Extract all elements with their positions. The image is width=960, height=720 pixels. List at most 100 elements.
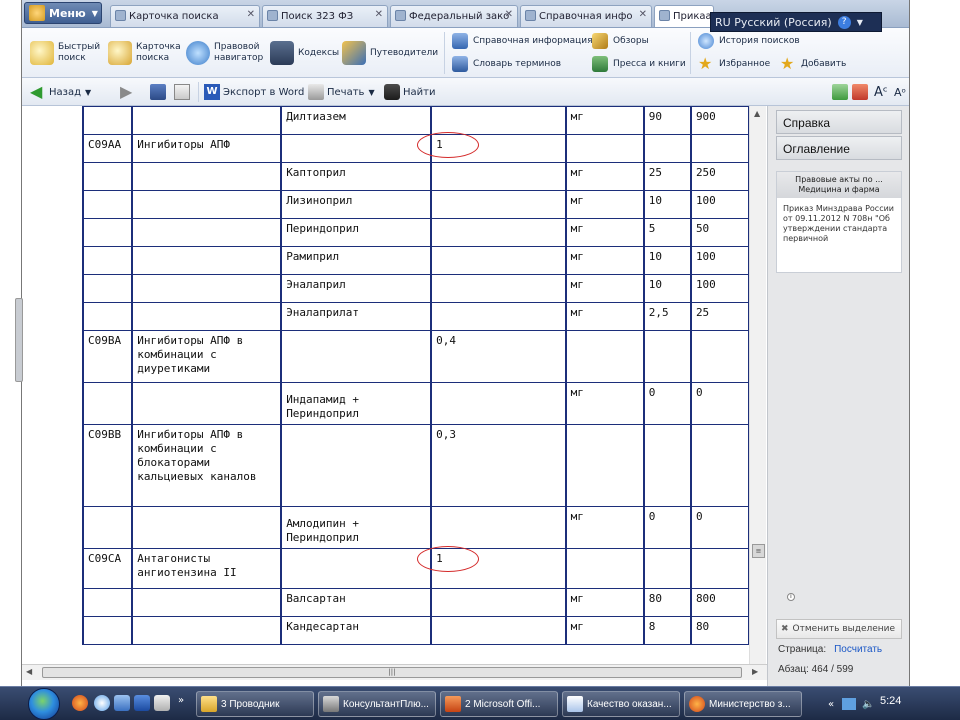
task-label: КонсультантПлю... (343, 698, 429, 710)
consultant-icon (323, 696, 339, 712)
table-row: Дилтиазем мг 90 900 (81, 106, 749, 135)
reference-info-button[interactable]: Справочная информация (452, 31, 593, 51)
bookmark-icon-button[interactable] (852, 82, 871, 102)
unselect-button[interactable]: ✖ Отменить выделение (776, 619, 902, 639)
volume-icon[interactable]: 🔈 (862, 699, 874, 710)
task-ministry[interactable]: Министерство з... (684, 691, 802, 717)
tab-reference-info[interactable]: Справочная инфо ✕ (520, 5, 652, 27)
print-button[interactable]: Печать ▼ (308, 82, 375, 102)
back-button[interactable]: ◀ Назад ▼ (30, 82, 91, 102)
export-word-button[interactable]: W Экспорт в Word (204, 82, 304, 102)
favorites-button[interactable]: ★ Избранное (698, 54, 770, 74)
task-consultant[interactable]: КонсультантПлю... (318, 691, 436, 717)
tab-search-card[interactable]: Карточка поиска ✕ (110, 5, 260, 27)
close-icon[interactable]: ✕ (375, 9, 383, 20)
document-view[interactable]: Дилтиазем мг 90 900 C09AA Ингибиторы АПФ 1 Капт… (22, 106, 767, 664)
legal-navigator-button[interactable]: Правовой навигатор (186, 34, 272, 72)
daily-dose-cell (642, 134, 692, 163)
press-books-button[interactable]: Пресса и книги (592, 54, 686, 74)
save-as-button[interactable] (174, 82, 193, 102)
start-button[interactable] (28, 688, 60, 720)
font-increase-button[interactable]: Aᶜ (874, 82, 888, 102)
vertical-scrollbar[interactable]: ▲ ≡ (749, 106, 766, 664)
code-cell (81, 190, 133, 219)
scroll-thumb[interactable]: ≡ (752, 544, 765, 558)
tab-federal-law[interactable]: Федеральный зако ✕ (390, 5, 518, 27)
find-button[interactable]: Найти (384, 82, 435, 102)
close-icon[interactable]: ✕ (247, 9, 255, 20)
font-decrease-button[interactable]: Aᵒ (894, 82, 906, 102)
firefox-icon[interactable] (72, 695, 88, 711)
chevron-down-icon[interactable]: ▼ (857, 18, 863, 27)
side-panel-handle[interactable] (15, 298, 23, 382)
ribbon-separator (444, 32, 445, 74)
daily-dose-cell: 10 (642, 274, 692, 303)
codes-button[interactable]: Кодексы (270, 34, 339, 72)
group-cell (131, 218, 282, 247)
glossary-label: Словарь терминов (473, 59, 562, 69)
close-icon[interactable]: ✕ (505, 9, 513, 20)
export-icon-button[interactable] (832, 82, 851, 102)
chevron-down-icon[interactable]: ▼ (85, 88, 91, 97)
daily-dose-cell: 10 (642, 190, 692, 219)
document-icon (567, 696, 583, 712)
window-icon[interactable] (154, 695, 170, 711)
scroll-right-icon[interactable]: ▶ (752, 667, 758, 676)
clock[interactable]: 5:24 (880, 695, 901, 707)
help-tab[interactable]: Справка (776, 110, 902, 134)
language-bar[interactable]: RU Русский (Россия) ? ▼ (710, 12, 882, 32)
related-docs-header: Правовые акты по ... Медицина и фарма (777, 172, 901, 198)
tab-search-323[interactable]: Поиск 323 ФЗ ✕ (262, 5, 388, 27)
search-history-button[interactable]: История поисков (698, 31, 800, 51)
unit-cell: мг (564, 106, 645, 135)
save-button[interactable] (150, 82, 169, 102)
browser-icon[interactable] (94, 695, 110, 711)
add-favorite-button[interactable]: ★ Добавить (780, 54, 846, 74)
table-row: C09BA Ингибиторы АПФ в комбинации с диуре… (81, 330, 749, 383)
chevron-left-icon[interactable]: « (828, 699, 834, 710)
daily-dose-cell: 0 (642, 506, 692, 549)
code-cell (81, 506, 133, 549)
taskbar: » 3 Проводник КонсультантПлю... 2 Micros… (0, 686, 960, 720)
marker-icon[interactable]: i (787, 593, 795, 601)
tab-order-active[interactable]: Прикаа (654, 5, 714, 27)
task-explorer[interactable]: 3 Проводник (196, 691, 314, 717)
network-icon[interactable] (842, 698, 857, 710)
unit-cell: мг (564, 162, 645, 191)
guides-button[interactable]: Путеводители (342, 34, 438, 72)
table-row: Лизиноприл мг 10 100 (81, 190, 749, 219)
search-card-button[interactable]: Карточка поиска (108, 34, 188, 72)
group-cell (131, 190, 282, 219)
help-icon[interactable]: ? (837, 15, 851, 29)
chevron-down-icon[interactable]: ▼ (368, 88, 374, 97)
course-dose-cell: 100 (689, 246, 749, 275)
quick-search-button[interactable]: Быстрый поиск (30, 34, 100, 72)
book-icon (270, 41, 294, 65)
glossary-button[interactable]: Словарь терминов (452, 54, 561, 74)
horizontal-scrollbar[interactable]: ◀ ||| ▶ (22, 664, 767, 680)
reviews-button[interactable]: Обзоры (592, 31, 649, 51)
drug-cell (280, 134, 432, 163)
forward-button[interactable]: ▶ (120, 82, 139, 102)
unit-cell: мг (564, 274, 645, 303)
frequency-cell (430, 162, 567, 191)
app-logo-icon (29, 5, 45, 21)
related-docs-box[interactable]: Правовые акты по ... Медицина и фарма Пр… (776, 171, 902, 273)
frequency-cell (430, 588, 567, 617)
menu-button[interactable]: Меню ▼ (24, 2, 102, 24)
more-quicklaunch-icon[interactable]: » (178, 695, 194, 711)
horizontal-scroll-thumb[interactable]: ||| (42, 667, 742, 678)
desktop-icon[interactable] (134, 695, 150, 711)
scroll-up-icon[interactable]: ▲ (754, 109, 760, 118)
unit-cell (564, 330, 645, 383)
task-document[interactable]: Качество оказан... (562, 691, 680, 717)
task-office[interactable]: 2 Microsoft Offi... (440, 691, 558, 717)
close-icon[interactable]: ✕ (639, 9, 647, 20)
related-doc-text[interactable]: Приказ Минздрава России от 09.11.2012 N … (777, 198, 901, 250)
app-icon[interactable] (114, 695, 130, 711)
contents-tab[interactable]: Оглавление (776, 136, 902, 160)
count-pages-link[interactable]: Посчитать (834, 644, 882, 655)
course-dose-cell: 0 (689, 382, 749, 425)
scroll-left-icon[interactable]: ◀ (26, 667, 32, 676)
favorites-label: Избранное (719, 59, 771, 69)
